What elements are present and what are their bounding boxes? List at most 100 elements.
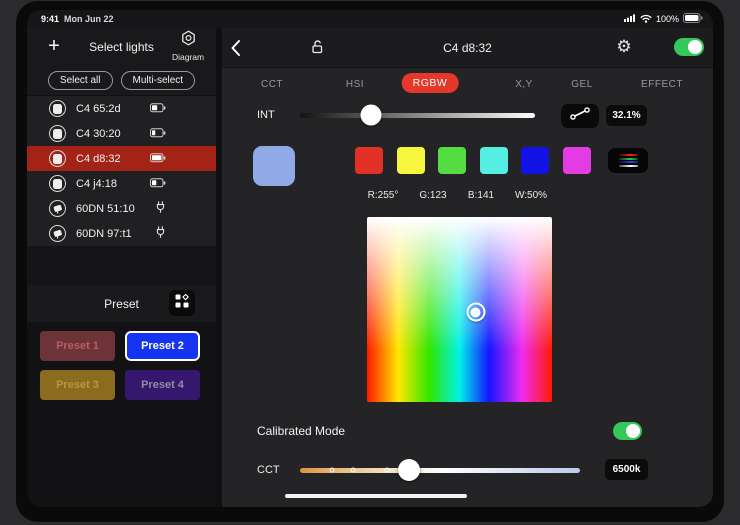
- tab-cct[interactable]: CCT: [261, 79, 283, 90]
- lights-list: C4 65:2d C4 30:20 C4 d8:32 C4 j4:18 60DN 51:…: [27, 96, 216, 246]
- cellular-signal-icon: [623, 14, 636, 24]
- color-swatch[interactable]: [521, 147, 549, 174]
- preset-button[interactable]: Preset 1: [40, 331, 115, 361]
- ac-plug-icon: [155, 225, 166, 243]
- battery-level-icon: [150, 100, 166, 118]
- cct-preset-marker[interactable]: [329, 467, 335, 473]
- light-row[interactable]: C4 65:2d: [27, 96, 216, 121]
- color-swatch[interactable]: [396, 147, 425, 174]
- main-panel: C4 d8:32 ⚙ CCT HSI RGBW X,Y GEL EFFECT INT 32…: [222, 28, 713, 507]
- tab-rgbw[interactable]: RGBW: [401, 73, 459, 93]
- color-picker-cursor[interactable]: [466, 302, 486, 322]
- intensity-value: 32.1%: [606, 105, 647, 126]
- tab-hsi[interactable]: HSI: [346, 79, 364, 90]
- light-row[interactable]: C4 30:20: [27, 121, 216, 146]
- battery-level-icon: [150, 150, 166, 168]
- color-swatch[interactable]: [355, 147, 383, 174]
- light-row[interactable]: C4 j4:18: [27, 171, 216, 196]
- status-bar: 9:41 Mon Jun 22 100%: [27, 10, 713, 28]
- panel-light-icon: [49, 100, 66, 117]
- light-name: C4 j4:18: [76, 177, 117, 190]
- light-name: C4 30:20: [76, 127, 121, 140]
- cct-slider-thumb[interactable]: [398, 459, 421, 482]
- light-name: C4 d8:32: [76, 152, 121, 165]
- preset-button[interactable]: Preset 2: [125, 331, 200, 361]
- intensity-slider-thumb[interactable]: [360, 104, 381, 126]
- panel-light-icon: [49, 150, 66, 167]
- blue-slider-icon: [618, 161, 638, 164]
- diagram-icon: [180, 30, 197, 51]
- main-header: C4 d8:32 ⚙: [222, 28, 713, 68]
- power-toggle-knob: [688, 40, 702, 54]
- wifi-icon: [640, 14, 652, 25]
- light-row[interactable]: 60DN 97:t1: [27, 221, 216, 246]
- status-time: 9:41: [41, 14, 60, 24]
- channel-value: W:50%: [514, 190, 548, 201]
- diagram-label: Diagram: [171, 52, 205, 62]
- dimming-curve-button[interactable]: [561, 104, 599, 128]
- cct-value: 6500k: [605, 459, 648, 480]
- app-screen: 9:41 Mon Jun 22 100% + Select lights Dia…: [27, 10, 713, 507]
- color-picker-area[interactable]: [367, 217, 552, 402]
- tablet-mockup: 9:41 Mon Jun 22 100% + Select lights Dia…: [0, 0, 740, 525]
- cct-preset-marker[interactable]: [350, 467, 356, 473]
- tab-xy[interactable]: X,Y: [515, 79, 533, 90]
- ac-plug-icon: [155, 200, 166, 218]
- monolight-icon: [49, 225, 66, 242]
- color-swatch[interactable]: [438, 147, 466, 174]
- color-swatch[interactable]: [479, 147, 508, 174]
- dimming-curve-icon: [569, 107, 591, 125]
- picker-cursor-dot: [470, 307, 481, 318]
- panel-light-icon: [49, 175, 66, 192]
- sidebar: + Select lights Diagram Select all Multi…: [27, 28, 216, 507]
- channel-value: B:141: [467, 190, 495, 201]
- cct-label: CCT: [257, 464, 280, 476]
- status-date: Mon Jun 22: [64, 14, 114, 24]
- red-slider-icon: [618, 154, 638, 157]
- current-color-preview: [253, 146, 295, 186]
- channel-value: R:255°: [367, 190, 399, 201]
- preset-grid: Preset 1 Preset 2 Preset 3 Preset 4: [27, 322, 216, 507]
- preset-button[interactable]: Preset 4: [125, 370, 200, 400]
- light-name: 60DN 97:t1: [76, 227, 132, 240]
- tab-effect[interactable]: EFFECT: [641, 79, 683, 90]
- light-name: C4 65:2d: [76, 102, 121, 115]
- select-all-button[interactable]: Select all: [47, 71, 113, 90]
- sidebar-header: + Select lights Diagram: [27, 28, 216, 66]
- channel-value: G:123: [419, 190, 447, 201]
- diagram-button[interactable]: Diagram: [168, 30, 208, 62]
- color-swatch[interactable]: [562, 147, 591, 174]
- intensity-label: INT: [257, 109, 275, 121]
- light-row[interactable]: C4 d8:32: [27, 146, 216, 171]
- preset-grid-icon: [175, 293, 189, 313]
- intensity-slider[interactable]: [300, 104, 535, 126]
- tab-gel[interactable]: GEL: [571, 79, 593, 90]
- preset-header: Preset: [27, 285, 216, 322]
- sidebar-filter-row: Select all Multi-select: [27, 66, 216, 96]
- light-row[interactable]: 60DN 51:10: [27, 196, 216, 221]
- green-slider-icon: [618, 157, 638, 160]
- cct-preset-marker[interactable]: [384, 467, 390, 473]
- white-slider-icon: [618, 164, 638, 167]
- cct-slider[interactable]: [300, 459, 580, 482]
- preset-manage-button[interactable]: [169, 290, 195, 316]
- selected-light-title: C4 d8:32: [443, 41, 492, 55]
- power-toggle[interactable]: [674, 38, 704, 56]
- rgbw-sliders-button[interactable]: [608, 148, 648, 173]
- calibrated-mode-label: Calibrated Mode: [257, 424, 346, 438]
- battery-level-icon: [150, 175, 166, 193]
- calibrated-mode-toggle[interactable]: [613, 422, 642, 440]
- light-name: 60DN 51:10: [76, 202, 135, 215]
- sidebar-spacer: [27, 246, 216, 285]
- gear-icon[interactable]: ⚙: [614, 37, 634, 57]
- monolight-icon: [49, 200, 66, 217]
- battery-level-icon: [150, 125, 166, 143]
- multi-select-button[interactable]: Multi-select: [120, 71, 196, 90]
- color-swatch-row: [355, 147, 591, 174]
- status-battery-percent: 100%: [655, 14, 679, 24]
- preset-button[interactable]: Preset 3: [40, 370, 115, 400]
- home-indicator[interactable]: [285, 494, 467, 498]
- calibrated-toggle-knob: [626, 424, 640, 438]
- battery-icon: [683, 13, 703, 25]
- panel-light-icon: [49, 125, 66, 142]
